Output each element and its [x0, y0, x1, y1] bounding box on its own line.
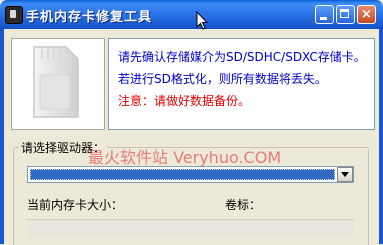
close-icon: × [361, 7, 372, 22]
minimize-icon [320, 17, 327, 20]
card-size-label: 当前内存卡大小： [27, 198, 124, 212]
info-line-format-warning: 若进行SD格式化，则所有数据将丢失。 [118, 72, 327, 86]
info-line-requirement: 请先确认存储媒介为SD/SDHC/SDXC存储卡。 [118, 50, 366, 64]
title-bar[interactable]: 手机内存卡修复工具 × [0, 0, 383, 30]
maximize-button[interactable] [336, 5, 355, 24]
drive-select[interactable] [27, 166, 354, 183]
info-line-backup-note: 注意：请做好数据备份。 [118, 94, 251, 108]
window-frame-left [0, 29, 4, 244]
drive-select-value [30, 169, 335, 180]
status-field [27, 219, 354, 238]
volume-label: 卷标： [225, 198, 262, 212]
close-button[interactable]: × [357, 5, 376, 24]
drive-dropdown-button[interactable] [337, 167, 353, 182]
watermark-text: 最火软件站 Veryhuo.COM [88, 148, 282, 167]
maximize-icon [340, 9, 349, 18]
sd-card-icon [33, 46, 79, 118]
info-box: 请先确认存储媒介为SD/SDHC/SDXC存储卡。 若进行SD格式化，则所有数据… [108, 38, 375, 130]
minimize-button[interactable] [315, 5, 334, 24]
app-icon[interactable] [5, 6, 23, 24]
chevron-down-icon [341, 172, 349, 177]
sd-card-panel [11, 38, 105, 130]
cursor-icon [196, 11, 209, 30]
window-frame-right [379, 29, 383, 244]
window-title: 手机内存卡修复工具 [26, 10, 153, 25]
